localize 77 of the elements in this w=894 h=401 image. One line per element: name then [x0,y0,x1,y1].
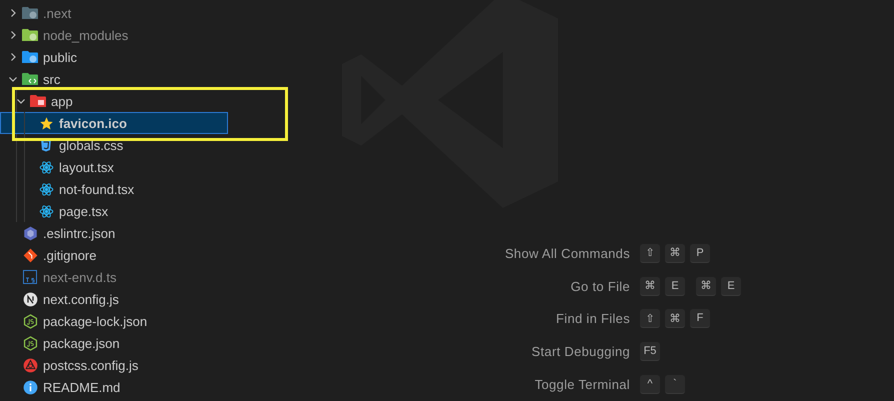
file-item[interactable]: next.config.js [0,288,228,310]
file-name: .gitignore [43,248,96,262]
css-icon [40,138,52,152]
file-item[interactable]: postcss.config.js [0,354,228,376]
file-item[interactable]: README.md [0,376,228,398]
file-name: node_modules [43,28,128,42]
file-name: .eslintrc.json [43,226,116,240]
hexagon-icon [22,336,38,350]
folder-item[interactable]: app [0,90,228,112]
file-name: favicon.ico [59,116,127,130]
key-cap: F5 [640,342,660,362]
file-item[interactable]: globals.css [0,134,228,156]
n-circle-icon [22,292,38,306]
folder-icon [22,28,38,42]
folder-item[interactable]: public [0,46,228,68]
chevron-icon[interactable] [8,74,18,84]
key-cap: ^ [640,375,660,394]
file-name: postcss.config.js [43,358,138,372]
key-cap: ⌘ [640,276,660,296]
chevron-icon[interactable] [8,8,18,18]
file-name: .next [43,6,72,20]
folder-icon [22,50,38,64]
triangle-circle-icon [22,358,38,372]
file-name: package-lock.json [43,314,148,328]
file-name: next.config.js [43,292,119,306]
hexagon-icon [22,226,38,240]
file-name: app [51,94,73,108]
file-name: src [43,72,60,86]
shortcut-label: Show All Commands [504,246,631,261]
folder-item[interactable]: src [0,68,228,90]
file-item[interactable]: .eslintrc.json [0,222,228,244]
folder-icon [22,6,38,20]
info-icon [22,380,38,394]
react-icon [38,204,54,218]
react-icon [38,182,54,196]
file-name: README.md [43,380,120,394]
ts-file-icon [23,270,37,284]
key-cap: ⌘ [665,309,685,328]
key-cap: P [690,244,710,263]
file-name: globals.css [59,138,124,152]
file-item[interactable]: package-lock.json [0,310,228,332]
diamond-icon [22,248,38,262]
key-cap: E [665,276,685,296]
chevron-icon[interactable] [8,52,18,62]
file-name: layout.tsx [59,160,114,174]
key-cap: ⌘ [696,276,716,296]
file-name: not-found.tsx [59,182,134,196]
key-cap: ⇧ [640,244,660,263]
file-name: page.tsx [59,204,108,218]
folder-item[interactable]: node_modules [0,24,228,46]
folder-icon [22,72,38,86]
key-cap: E [721,276,741,296]
file-item[interactable]: not-found.tsx [0,178,228,200]
key-cap: ` [665,375,685,394]
folder-icon [30,94,46,108]
file-item[interactable]: package.json [0,332,228,354]
folder-item[interactable]: .next [0,2,228,24]
file-name: package.json [43,336,120,350]
chevron-icon[interactable] [8,30,18,40]
file-item[interactable]: favicon.ico [0,112,228,134]
file-name: public [43,50,77,64]
shortcut-label: Toggle Terminal [534,377,631,392]
shortcut-label: Go to File [570,278,631,294]
react-icon [38,160,54,174]
shortcut-label: Start Debugging [530,344,631,360]
hexagon-icon [22,314,38,328]
file-item[interactable]: page.tsx [0,200,228,222]
shortcut-label: Find in Files [555,311,631,326]
file-name: next-env.d.ts [43,270,116,284]
file-item[interactable]: next-env.d.ts [0,266,228,288]
file-item[interactable]: .gitignore [0,244,228,266]
file-item[interactable]: layout.tsx [0,156,228,178]
key-cap: ⇧ [640,309,660,328]
star-icon [38,116,54,130]
key-cap: ⌘ [665,244,685,263]
key-cap: F [690,309,710,328]
chevron-icon[interactable] [16,96,26,106]
